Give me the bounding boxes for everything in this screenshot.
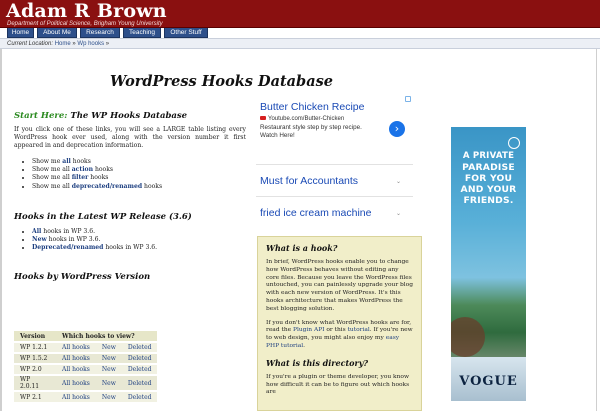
version-cell: WP 2.0.11 <box>14 374 56 391</box>
col-version: Version <box>14 331 56 342</box>
breadcrumb-end: » <box>105 41 110 47</box>
all-hooks-link[interactable]: All hooks <box>56 352 96 364</box>
ad-brand-logo: VOGUE <box>459 374 518 389</box>
byversion-heading: Hooks by WordPress Version <box>14 272 151 283</box>
list-item[interactable]: Show me all filter hooks <box>32 174 246 182</box>
intro-paragraph: If you click one of these links, you wil… <box>14 126 246 149</box>
list-item[interactable]: Deprecated/renamed hooks in WP 3.6. <box>32 244 246 252</box>
table-row: WP 2.0.11 All hooks New Deleted <box>14 374 158 391</box>
link-latest-new[interactable]: New <box>32 236 47 243</box>
version-cell: WP 2.1 <box>14 390 56 402</box>
tab-home[interactable]: Home <box>7 28 34 38</box>
all-hooks-link[interactable]: All hooks <box>56 374 96 391</box>
tab-research[interactable]: Research <box>80 28 120 38</box>
info-paragraph: In brief, WordPress hooks enable you to … <box>266 259 413 312</box>
version-cell: WP 1.5.2 <box>14 352 56 364</box>
table-row: WP 2.0 All hooks New Deleted <box>14 363 158 375</box>
breadcrumb-label: Current Location: <box>7 41 54 47</box>
version-table: Version Which hooks to view? WP 1.2.1 Al… <box>14 331 158 402</box>
page-title: WordPress Hooks Database <box>110 73 333 90</box>
ad-title[interactable]: fried ice cream machine <box>260 207 409 219</box>
link-action-hooks[interactable]: action <box>72 166 93 173</box>
table-row: WP 1.2.1 All hooks New Deleted <box>14 341 158 353</box>
link-all-hooks[interactable]: all <box>62 158 71 165</box>
version-cell: WP 1.2.1 <box>14 341 56 353</box>
ad-title[interactable]: Must for Accountants <box>260 175 409 187</box>
list-item[interactable]: New hooks in WP 3.6. <box>32 236 246 244</box>
list-item[interactable]: Show me all deprecated/renamed hooks <box>32 183 246 191</box>
link-latest-all[interactable]: All <box>32 228 41 235</box>
list-item[interactable]: Show me all action hooks <box>32 166 246 174</box>
all-hooks-link[interactable]: All hooks <box>56 390 96 402</box>
main-nav: Home About Me Research Teaching Other St… <box>0 28 600 38</box>
tab-teaching[interactable]: Teaching <box>123 28 161 38</box>
text-ad-block: Butter Chicken Recipe Youtube.com/Butter… <box>256 95 413 233</box>
list-item[interactable]: All hooks in WP 3.6. <box>32 228 246 236</box>
table-header-row: Version Which hooks to view? <box>14 331 158 342</box>
version-cell: WP 2.0 <box>14 363 56 375</box>
info-heading-directory: What is this directory? <box>266 357 369 368</box>
left-column: Start Here: The WP Hooks Database If you… <box>14 111 246 283</box>
new-link[interactable]: New <box>95 341 122 353</box>
start-prefix: Start Here: <box>14 111 68 121</box>
plugin-api-link[interactable]: Plugin API <box>293 327 325 333</box>
ad-url[interactable]: Youtube.com/Butter-Chicken <box>260 116 409 122</box>
ad-fried-ice-cream[interactable]: fried ice cream machine ⌄ <box>256 199 413 229</box>
link-latest-deprecated[interactable]: Deprecated/renamed <box>32 244 103 251</box>
new-link[interactable]: New <box>95 374 122 391</box>
ad-butter-chicken[interactable]: Butter Chicken Recipe Youtube.com/Butter… <box>256 99 413 165</box>
breadcrumb: Current Location: Home » Wp hooks » <box>0 38 600 49</box>
tab-other-stuff[interactable]: Other Stuff <box>164 28 208 38</box>
tutorial-link[interactable]: tutorial <box>348 327 370 333</box>
chevron-down-icon[interactable]: ⌄ <box>396 178 401 185</box>
tab-about-me[interactable]: About Me <box>37 28 77 38</box>
deleted-link[interactable]: Deleted <box>121 390 158 402</box>
site-title[interactable]: Adam R Brown <box>6 0 167 22</box>
all-hooks-link[interactable]: All hooks <box>56 363 96 375</box>
new-link[interactable]: New <box>95 390 122 402</box>
start-heading: Start Here: The WP Hooks Database <box>14 111 246 121</box>
ad-info-icon[interactable] <box>508 137 520 149</box>
vogue-banner-ad[interactable]: A PRIVATE PARADISE FOR YOU AND YOUR FRIE… <box>451 127 526 401</box>
all-hooks-list: Show me all hooks Show me all action hoo… <box>14 158 246 191</box>
youtube-icon <box>260 116 266 121</box>
info-paragraph: If you're a plugin or theme developer, y… <box>266 373 410 396</box>
latest-list: All hooks in WP 3.6. New hooks in WP 3.6… <box>14 228 246 253</box>
breadcrumb-home[interactable]: Home <box>55 41 71 47</box>
cliff-image <box>451 317 485 357</box>
latest-heading: Hooks in the Latest WP Release (3.6) <box>14 211 192 222</box>
ad-accountants[interactable]: Must for Accountants ⌄ <box>256 167 413 197</box>
start-title: The WP Hooks Database <box>67 111 188 121</box>
new-link[interactable]: New <box>95 352 122 364</box>
chevron-down-icon[interactable]: ⌄ <box>396 210 401 217</box>
ad-arrow-icon[interactable]: › <box>389 121 405 137</box>
table-row: WP 1.5.2 All hooks New Deleted <box>14 352 158 364</box>
ad-headline: A PRIVATE PARADISE FOR YOU AND YOUR FRIE… <box>460 151 517 206</box>
link-filter-hooks[interactable]: filter <box>72 174 89 181</box>
info-heading-hook: What is a hook? <box>266 243 338 253</box>
col-which-hooks: Which hooks to view? <box>56 331 158 342</box>
deleted-link[interactable]: Deleted <box>121 352 158 364</box>
deleted-link[interactable]: Deleted <box>121 341 158 353</box>
site-subtitle: Department of Political Science, Brigham… <box>7 21 163 27</box>
ad-title[interactable]: Butter Chicken Recipe <box>260 101 409 113</box>
table-row: WP 2.1 All hooks New Deleted <box>14 390 158 402</box>
all-hooks-link[interactable]: All hooks <box>56 341 96 353</box>
list-item[interactable]: Show me all hooks <box>32 158 246 166</box>
new-link[interactable]: New <box>95 363 122 375</box>
ad-description: Restaurant style step by step recipe. Wa… <box>260 124 362 139</box>
info-box: What is a hook? In brief, WordPress hook… <box>257 236 422 411</box>
deleted-link[interactable]: Deleted <box>121 363 158 375</box>
frame-border-right <box>596 49 597 411</box>
site-header: Adam R Brown Department of Political Sci… <box>0 0 600 28</box>
deleted-link[interactable]: Deleted <box>121 374 158 391</box>
info-paragraph-links: If you don't know what WordPress hooks a… <box>266 319 413 349</box>
breadcrumb-current[interactable]: Wp hooks <box>77 41 104 47</box>
link-deprecated-hooks[interactable]: deprecated/renamed <box>72 183 142 190</box>
breadcrumb-separator: » <box>72 41 76 47</box>
